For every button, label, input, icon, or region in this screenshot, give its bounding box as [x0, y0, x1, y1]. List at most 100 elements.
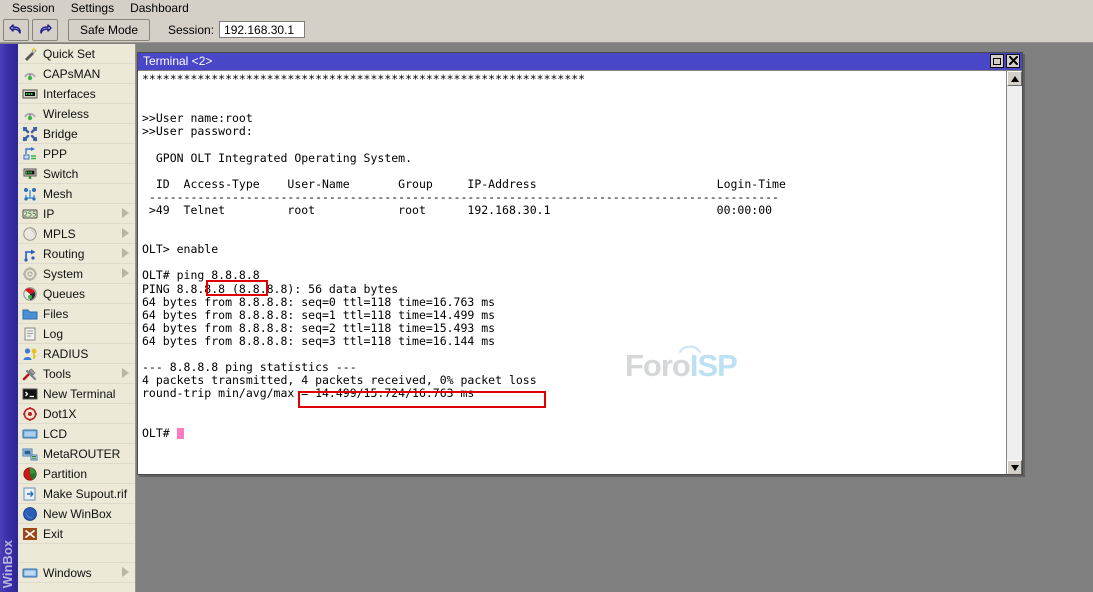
sidebar-item-interfaces[interactable]: Interfaces: [18, 84, 135, 104]
sidebar-item-label: MetaROUTER: [43, 446, 121, 461]
menu-item-dashboard[interactable]: Dashboard: [122, 0, 197, 17]
sidebar-item-label: MPLS: [43, 226, 76, 241]
sidebar-item-label: IP: [43, 206, 55, 221]
winbox-brand-label: WinBox: [0, 539, 15, 588]
svg-text:255: 255: [24, 210, 37, 218]
interface-icon: [22, 86, 38, 102]
sidebar-item-new-winbox[interactable]: New WinBox: [18, 504, 135, 524]
sidebar-separator: [18, 544, 135, 563]
sidebar-item-label: Windows: [43, 565, 92, 580]
sidebar-item-bridge[interactable]: Bridge: [18, 124, 135, 144]
sidebar-item-make-supout-rif[interactable]: Make Supout.rif: [18, 484, 135, 504]
sidebar-item-label: Switch: [43, 166, 79, 181]
sidebar-item-ppp[interactable]: PPP: [18, 144, 135, 164]
sidebar-item-ip[interactable]: 255 IP: [18, 204, 135, 224]
terminal-line: OLT# ping 8.8.8.8: [142, 268, 260, 283]
terminal-line: OLT> enable: [142, 242, 219, 257]
sidebar-item-metarouter[interactable]: MetaROUTER: [18, 444, 135, 464]
sidebar-item-mesh[interactable]: Mesh: [18, 184, 135, 204]
sidebar-item-tools[interactable]: Tools: [18, 364, 135, 384]
sidebar-item-label: Files: [43, 306, 69, 321]
sidebar-item-lcd[interactable]: LCD: [18, 424, 135, 444]
sidebar-item-switch[interactable]: Switch: [18, 164, 135, 184]
sidebar-item-capsman[interactable]: CAPsMAN: [18, 64, 135, 84]
scroll-down-button[interactable]: [1007, 460, 1022, 474]
sidebar-item-files[interactable]: Files: [18, 304, 135, 324]
session-address-field[interactable]: 192.168.30.1: [219, 21, 306, 38]
terminal-title-bar[interactable]: Terminal <2>: [138, 53, 1022, 70]
antenna-icon: [22, 106, 38, 122]
sidebar-item-log[interactable]: Log: [18, 324, 135, 344]
sidebar-item-windows[interactable]: Windows: [18, 563, 135, 583]
sidebar-item-routing[interactable]: Routing: [18, 244, 135, 264]
sidebar-item-label: LCD: [43, 426, 68, 441]
terminal-line: ****************************************…: [142, 72, 586, 86]
sidebar-item-label: Interfaces: [43, 86, 96, 101]
terminal-icon: [22, 386, 38, 402]
maximize-button[interactable]: [990, 54, 1004, 68]
sidebar-item-queues[interactable]: Queues: [18, 284, 135, 304]
terminal-line: 64 bytes from 8.8.8.8: seq=2 ttl=118 tim…: [142, 320, 496, 335]
sidebar-item-label: Exit: [43, 526, 64, 541]
sidebar-item-label: New Terminal: [43, 386, 116, 401]
sidebar-item-label: Wireless: [43, 106, 90, 121]
sidebar-item-label: Make Supout.rif: [43, 486, 128, 501]
system-gear-icon: [22, 266, 38, 282]
terminal-scrollbar[interactable]: [1006, 71, 1022, 474]
partition-icon: [22, 466, 38, 482]
sidebar-item-exit[interactable]: Exit: [18, 524, 135, 544]
sidebar-item-radius[interactable]: RADIUS: [18, 344, 135, 364]
terminal-line: ----------------------------------------…: [142, 189, 779, 204]
routing-icon: [22, 246, 38, 262]
safe-mode-button[interactable]: Safe Mode: [68, 18, 150, 41]
terminal-prompt: OLT#: [142, 425, 177, 440]
sidebar-item-new-terminal[interactable]: New Terminal: [18, 384, 135, 404]
sidebar-item-label: RADIUS: [43, 346, 89, 361]
terminal-output: ****************************************…: [142, 72, 1000, 440]
ip-255-icon: 255: [22, 206, 38, 222]
sidebar-item-system[interactable]: System: [18, 264, 135, 284]
sidebar-item-label: Routing: [43, 246, 85, 261]
terminal-window: Terminal <2> ***************************…: [137, 52, 1023, 475]
windows-icon: [22, 565, 38, 581]
sidebar-item-mpls[interactable]: MPLS: [18, 224, 135, 244]
terminal-line: GPON OLT Integrated Operating System.: [142, 150, 413, 165]
redo-button[interactable]: [32, 18, 58, 41]
chevron-right-icon: [122, 567, 129, 577]
terminal-line: PING 8.8.8.8 (8.8.8.8): 56 data bytes: [142, 281, 399, 296]
switch-icon: [22, 166, 38, 182]
sidebar-item-label: Log: [43, 326, 64, 341]
sidebar-item-dot1x[interactable]: Dot1X: [18, 404, 135, 424]
sidebar-item-partition[interactable]: Partition: [18, 464, 135, 484]
terminal-line: >49 Telnet root root 192.168.30.1 00:00:…: [142, 202, 773, 217]
sidebar-item-label: Dot1X: [43, 406, 77, 421]
sidebar-item-label: Queues: [43, 286, 86, 301]
close-button[interactable]: [1006, 54, 1020, 68]
sidebar-item-label: Partition: [43, 466, 88, 481]
chevron-right-icon: [122, 368, 129, 378]
menu-item-session[interactable]: Session: [4, 0, 63, 17]
undo-button[interactable]: [3, 18, 29, 41]
exit-icon: [22, 526, 38, 542]
terminal-line: >>User name:root: [142, 111, 253, 126]
bridge-icon: [22, 126, 38, 142]
terminal-line: >>User password:: [142, 124, 253, 139]
redo-arrow-icon: [38, 23, 52, 36]
scrollbar-track[interactable]: [1007, 86, 1022, 460]
menu-item-settings[interactable]: Settings: [63, 0, 122, 17]
terminal-body[interactable]: ****************************************…: [138, 70, 1022, 474]
sidebar-item-wireless[interactable]: Wireless: [18, 104, 135, 124]
sidebar-item-quick-set[interactable]: Quick Set: [18, 44, 135, 64]
left-accent-strip: WinBox: [0, 44, 18, 592]
sidebar-item-label: System: [43, 266, 84, 281]
sidebar-menu: Quick Set CAPsMAN Interfaces Wireless Bridge…: [18, 44, 136, 592]
terminal-line: 64 bytes from 8.8.8.8: seq=1 ttl=118 tim…: [142, 307, 496, 322]
scroll-up-button[interactable]: [1007, 71, 1022, 86]
sidebar-item-label: Bridge: [43, 126, 78, 141]
terminal-line: 64 bytes from 8.8.8.8: seq=3 ttl=118 tim…: [142, 333, 496, 348]
close-icon: [1008, 55, 1018, 67]
